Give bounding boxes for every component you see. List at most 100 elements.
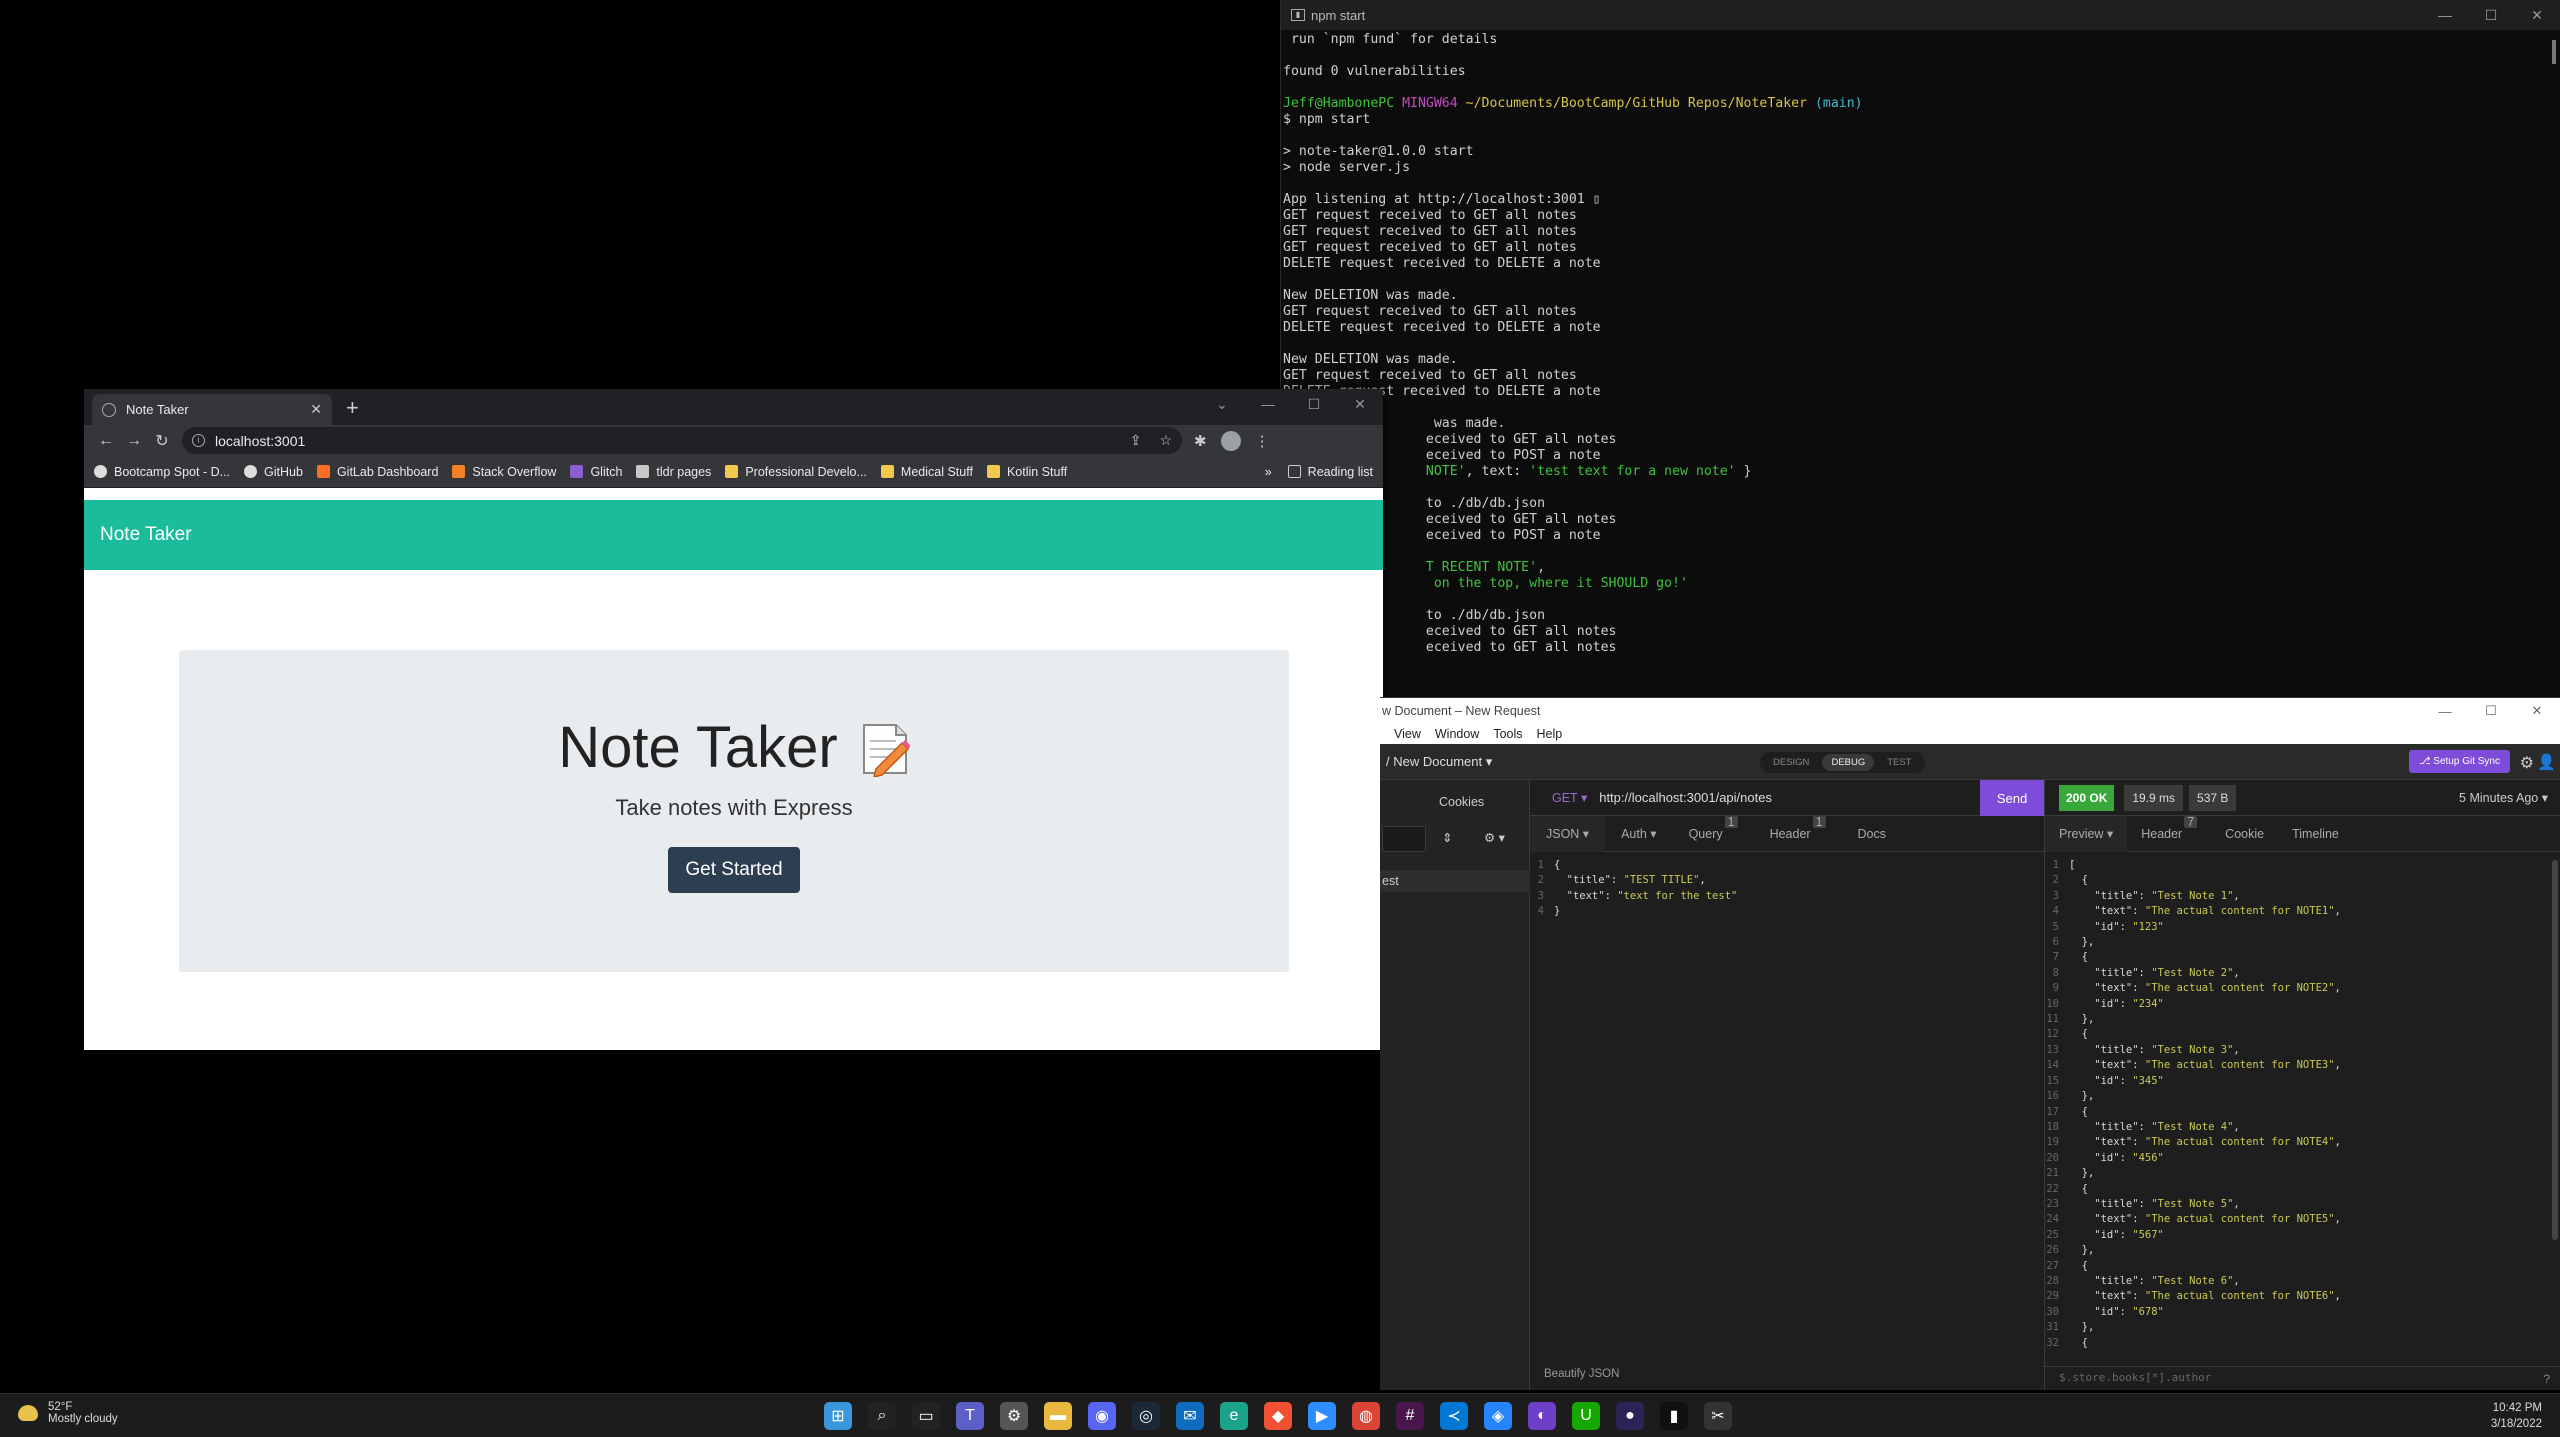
menu-item-help[interactable]: Help	[1537, 727, 1563, 741]
chrome-window[interactable]: Note Taker ✕ + ⌄ — ☐ ✕ ← → ↻ i localhost…	[84, 389, 1383, 1050]
request-body-editor[interactable]: 1{2 "title": "TEST TITLE", 3 "text": "tex…	[1530, 852, 2044, 920]
address-bar[interactable]: i localhost:3001 ⇪ ☆	[182, 427, 1182, 454]
reload-icon[interactable]: ↻	[148, 431, 176, 451]
get-started-button[interactable]: Get Started	[668, 847, 800, 893]
bookmark-item[interactable]: Glitch	[570, 465, 622, 479]
response-tab[interactable]: Timeline	[2278, 816, 2353, 852]
terminal-icon[interactable]: ▮	[1660, 1402, 1688, 1430]
star-icon[interactable]: ☆	[1159, 432, 1172, 449]
maximize-icon[interactable]: ☐	[1291, 389, 1337, 419]
insomnia-window[interactable]: w Document – New Request — ☐ ✕ View Windo…	[1380, 697, 2560, 1390]
sourcetree-icon[interactable]: ◈	[1484, 1402, 1512, 1430]
close-icon[interactable]: ✕	[2514, 698, 2560, 724]
search-icon[interactable]: ⌕	[868, 1402, 896, 1430]
send-button[interactable]: Send	[1980, 780, 2044, 816]
eclipse-icon[interactable]: ●	[1616, 1402, 1644, 1430]
sort-icon[interactable]: ⇕	[1442, 830, 1452, 845]
zoom-icon[interactable]: ▶	[1308, 1402, 1336, 1430]
request-tab[interactable]: JSON ▾	[1530, 815, 1606, 852]
response-tab[interactable]: Preview ▾	[2045, 815, 2128, 852]
system-clock[interactable]: 10:42 PM 3/18/2022	[2491, 1400, 2542, 1432]
url-input[interactable]: http://localhost:3001/api/notes	[1599, 790, 1772, 805]
close-icon[interactable]: ✕	[2514, 0, 2560, 30]
navbar-brand[interactable]: Note Taker	[100, 524, 192, 546]
close-icon[interactable]: ✕	[1337, 389, 1383, 419]
browser-tab[interactable]: Note Taker ✕	[92, 394, 332, 425]
info-icon[interactable]: i	[192, 434, 205, 447]
steam-icon[interactable]: ◎	[1132, 1402, 1160, 1430]
reading-list-button[interactable]: Reading list	[1287, 465, 1373, 479]
mail-icon[interactable]: ✉	[1176, 1402, 1204, 1430]
request-tab[interactable]: Docs	[1842, 816, 1902, 852]
response-scrollbar[interactable]	[2552, 860, 2558, 1240]
gear-icon[interactable]: ⚙	[2520, 753, 2534, 773]
document-breadcrumb[interactable]: / New Document ▾	[1386, 754, 1492, 770]
terminal-window[interactable]: ▮ npm start — ☐ ✕ run `npm fund` for det…	[1280, 0, 2560, 700]
discord-icon[interactable]: ◉	[1088, 1402, 1116, 1430]
method-select[interactable]: GET ▾	[1552, 790, 1587, 805]
maximize-icon[interactable]: ☐	[2468, 698, 2514, 724]
upwork-icon[interactable]: U	[1572, 1402, 1600, 1430]
slack-icon[interactable]: #	[1396, 1402, 1424, 1430]
menu-item-tools[interactable]: Tools	[1493, 727, 1522, 741]
response-tab[interactable]: Header7	[2127, 815, 2211, 852]
response-body-viewer[interactable]: 1[2 {3 "title": " Test Note 1 ", 4 "text": …	[2045, 852, 2560, 1351]
maximize-icon[interactable]: ☐	[2468, 0, 2514, 30]
minimize-icon[interactable]: —	[2422, 698, 2468, 724]
edge-icon[interactable]: e	[1220, 1402, 1248, 1430]
response-history[interactable]: 5 Minutes Ago ▾	[2459, 790, 2548, 805]
terminal-scrollbar[interactable]	[2552, 40, 2556, 64]
settings-icon[interactable]: ⚙ ▾	[1484, 830, 1505, 845]
response-filter-input[interactable]: $.store.books[*].author	[2045, 1366, 2560, 1390]
menu-item-view[interactable]: View	[1394, 727, 1421, 741]
bookmark-item[interactable]: GitHub	[244, 465, 303, 479]
request-tab[interactable]: Header1	[1754, 815, 1842, 852]
chrome-icon[interactable]: ◍	[1352, 1402, 1380, 1430]
insomnia-titlebar[interactable]: w Document – New Request — ☐ ✕	[1380, 698, 2560, 724]
user-icon[interactable]: 👤	[2537, 753, 2556, 771]
sidebar-request-item[interactable]: est	[1380, 870, 1530, 892]
tab-search-icon[interactable]: ⌄	[1199, 389, 1245, 419]
forward-icon[interactable]: →	[120, 432, 148, 450]
bookmark-item[interactable]: Professional Develo...	[725, 465, 867, 479]
terminal-titlebar[interactable]: ▮ npm start — ☐ ✕	[1281, 0, 2560, 30]
help-icon[interactable]: ?	[2543, 1372, 2550, 1386]
response-tab[interactable]: Cookie	[2211, 816, 2278, 852]
menu-item-window[interactable]: Window	[1435, 727, 1479, 741]
bookmark-item[interactable]: Bootcamp Spot - D...	[94, 465, 230, 479]
beautify-json-button[interactable]: Beautify JSON	[1544, 1368, 1619, 1380]
profile-avatar[interactable]	[1220, 430, 1241, 451]
mode-debug[interactable]: DEBUG	[1822, 754, 1875, 771]
back-icon[interactable]: ←	[92, 432, 120, 450]
address-text[interactable]: localhost:3001	[215, 433, 305, 449]
mode-design[interactable]: DESIGN	[1764, 754, 1818, 771]
minimize-icon[interactable]: —	[1245, 389, 1291, 419]
github-desktop-icon[interactable]: ◐	[1528, 1402, 1556, 1430]
cookies-button[interactable]: Cookies	[1439, 795, 1484, 809]
settings-icon[interactable]: ⚙	[1000, 1402, 1028, 1430]
bookmark-item[interactable]: Stack Overflow	[452, 465, 556, 479]
weather-widget[interactable]: 52°F Mostly cloudy	[18, 1401, 118, 1425]
bookmark-item[interactable]: tldr pages	[636, 465, 711, 479]
bookmark-item[interactable]: Kotlin Stuff	[986, 465, 1067, 479]
snipping-tool-icon[interactable]: ✂	[1704, 1402, 1732, 1430]
task-view-icon[interactable]: ▭	[912, 1402, 940, 1430]
extensions-icon[interactable]: ✱	[1194, 432, 1207, 450]
new-tab-icon[interactable]: +	[346, 395, 359, 421]
more-bookmarks-icon[interactable]: »	[1265, 465, 1272, 479]
bookmark-item[interactable]: Medical Stuff	[880, 465, 973, 479]
vscode-icon[interactable]: ≺	[1440, 1402, 1468, 1430]
mode-test[interactable]: TEST	[1878, 754, 1920, 771]
close-tab-icon[interactable]: ✕	[310, 401, 322, 418]
minimize-icon[interactable]: —	[2422, 0, 2468, 30]
share-icon[interactable]: ⇪	[1130, 432, 1142, 449]
request-tab[interactable]: Auth ▾	[1605, 816, 1672, 852]
file-explorer-icon[interactable]: ▬	[1044, 1402, 1072, 1430]
terminal-output[interactable]: run `npm fund` for details found 0 vulner…	[1283, 32, 2548, 700]
request-filter-input[interactable]	[1382, 826, 1426, 852]
menu-icon[interactable]: ⋮	[1255, 432, 1270, 450]
teams-icon[interactable]: T	[956, 1402, 984, 1430]
start-icon[interactable]: ⊞	[824, 1402, 852, 1430]
bookmark-item[interactable]: GitLab Dashboard	[316, 465, 438, 479]
request-tab[interactable]: Query1	[1673, 815, 1754, 852]
